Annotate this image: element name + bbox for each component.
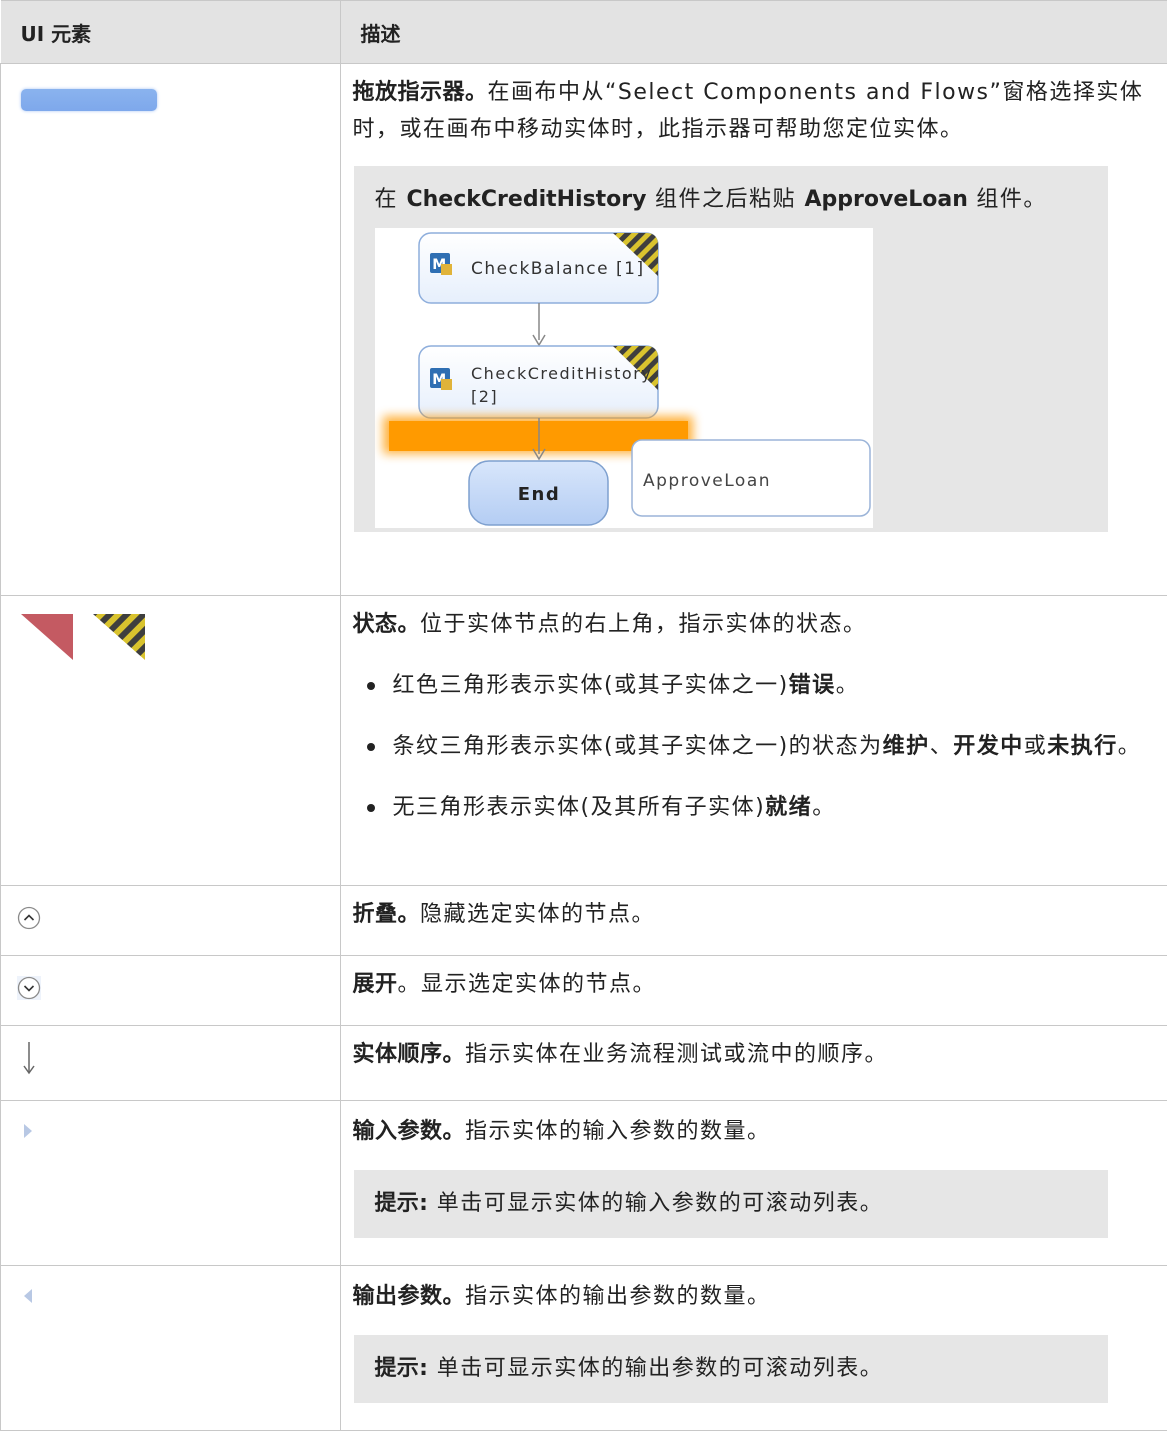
drop-indicator-desc: 拖放指示器。在画布中从“Select Components and Flows”… [339, 63, 1167, 596]
status-title: 状态。 [352, 612, 421, 637]
bullet3-pre: 无三角形表示实体(及其所有子实体) [392, 795, 766, 820]
row-expand: 展开。显示选定实体的节点。 [0, 955, 1167, 1026]
row-status: 状态。位于实体节点的右上角，指示实体的状态。 红色三角形表示实体(或其子实体之一… [0, 595, 1167, 886]
input-params-desc: 输入参数。指示实体的输入参数的数量。 提示: 单击可显示实体的输入参数的可滚动列… [339, 1100, 1167, 1266]
bullet1-pre: 红色三角形表示实体(或其子实体之一) [392, 673, 789, 698]
drop-indicator-paragraph: 拖放指示器。在画布中从“Select Components and Flows”… [353, 74, 1167, 148]
flow-diagram: M CheckBalance [1] M CheckCreditHistory … [374, 228, 873, 528]
output-tip-label: 提示: [374, 1356, 429, 1381]
bullet2-sep2: 或 [1023, 734, 1048, 759]
row-input-params: 输入参数。指示实体的输入参数的数量。 提示: 单击可显示实体的输入参数的可滚动列… [0, 1100, 1167, 1266]
input-params-cell [0, 1100, 341, 1266]
entity-order-text: 指示实体在业务流程测试或流中的顺序。 [465, 1042, 889, 1067]
collapse-cell [0, 885, 341, 956]
input-tip-text: 单击可显示实体的输入参数的可滚动列表。 [428, 1191, 884, 1216]
entity-order-desc: 实体顺序。指示实体在业务流程测试或流中的顺序。 [339, 1025, 1167, 1101]
row-entity-order: 实体顺序。指示实体在业务流程测试或流中的顺序。 [0, 1025, 1167, 1101]
status-bullet-striped: 条纹三角形表示实体(或其子实体之一)的状态为维护、开发中或未执行。 [357, 728, 1167, 765]
node-checkcredithistory-index: [2] [471, 387, 498, 406]
collapse-text: 隐藏选定实体的节点。 [420, 902, 656, 927]
bullet1-post: 。 [835, 673, 860, 698]
input-params-text: 指示实体的输入参数的数量。 [465, 1119, 771, 1144]
caption-component-1: CheckCreditHistory [406, 187, 647, 212]
row-output-params: 输出参数。指示实体的输出参数的数量。 提示: 单击可显示实体的输出参数的可滚动列… [0, 1265, 1167, 1431]
bullet2-bold1: 维护 [882, 734, 930, 759]
node-checkcredithistory: M CheckCreditHistory [2] [417, 345, 659, 419]
bullet2-bold2: 开发中 [953, 734, 1024, 759]
expand-icon [17, 976, 41, 1000]
bullet3-bold: 就绪 [765, 795, 813, 820]
output-params-desc: 输出参数。指示实体的输出参数的数量。 提示: 单击可显示实体的输出参数的可滚动列… [339, 1265, 1167, 1431]
input-triangle-icon [24, 1124, 32, 1138]
output-params-title: 输出参数。 [352, 1284, 466, 1309]
node-end-label: End [517, 484, 560, 505]
collapse-desc: 折叠。隐藏选定实体的节点。 [339, 885, 1167, 956]
entity-order-paragraph: 实体顺序。指示实体在业务流程测试或流中的顺序。 [353, 1036, 1167, 1073]
bullet3-post: 。 [812, 795, 836, 820]
input-params-tip: 提示: 单击可显示实体的输入参数的可滚动列表。 [353, 1170, 1108, 1238]
collapse-title: 折叠。 [352, 902, 421, 927]
output-params-cell [0, 1265, 341, 1431]
red-triangle-icon [21, 614, 73, 660]
example-caption: 在 CheckCreditHistory 组件之后粘贴 ApproveLoan … [375, 181, 1088, 218]
ui-elements-table: UI 元素 描述 拖放指示器。在画布中从“Select Components a… [0, 0, 1167, 1431]
status-text: 位于实体节点的右上角，指示实体的状态。 [420, 612, 867, 637]
bullet1-bold: 错误 [788, 673, 836, 698]
component-icon-2: M [429, 368, 452, 390]
bullet2-sep1: 、 [929, 734, 954, 759]
input-tip-label: 提示: [374, 1191, 429, 1216]
node-checkcredithistory-label: CheckCreditHistory [471, 364, 652, 383]
status-paragraph: 状态。位于实体节点的右上角，指示实体的状态。 [353, 606, 1167, 643]
collapse-paragraph: 折叠。隐藏选定实体的节点。 [353, 896, 1167, 933]
expand-title: 展开 [352, 972, 398, 997]
bullet2-pre: 条纹三角形表示实体(或其子实体之一)的状态为 [392, 734, 883, 759]
table-header-row: UI 元素 描述 [0, 0, 1167, 64]
down-arrow-icon [23, 1042, 35, 1075]
row-collapse: 折叠。隐藏选定实体的节点。 [0, 885, 1167, 956]
expand-cell [0, 955, 341, 1026]
striped-triangle-icon [93, 614, 145, 660]
expand-paragraph: 展开。显示选定实体的节点。 [353, 966, 1167, 1003]
input-params-title: 输入参数。 [352, 1119, 466, 1144]
caption-post: 组件。 [967, 187, 1047, 212]
node-end: End [467, 460, 609, 526]
flow-diagram-svg: M CheckBalance [1] M CheckCreditHistory … [382, 232, 871, 526]
header-description: 描述 [339, 0, 1167, 64]
header-ui-element: UI 元素 [0, 0, 341, 64]
drop-indicator-cell [0, 63, 341, 596]
caption-component-2: ApproveLoan [804, 187, 968, 212]
status-cell [0, 595, 341, 886]
expand-text: 。显示选定实体的节点。 [397, 972, 657, 997]
status-desc: 状态。位于实体节点的右上角，指示实体的状态。 红色三角形表示实体(或其子实体之一… [339, 595, 1167, 886]
entity-order-cell [0, 1025, 341, 1101]
node-approveloan-dragged: ApproveLoan [630, 439, 871, 517]
output-tip-text: 单击可显示实体的输出参数的可滚动列表。 [428, 1356, 884, 1381]
status-bullet-ready: 无三角形表示实体(及其所有子实体)就绪。 [357, 789, 1167, 826]
output-params-tip: 提示: 单击可显示实体的输出参数的可滚动列表。 [353, 1335, 1108, 1403]
output-params-paragraph: 输出参数。指示实体的输出参数的数量。 [353, 1278, 1167, 1315]
caption-mid: 组件之后粘贴 [646, 187, 805, 212]
output-params-text: 指示实体的输出参数的数量。 [465, 1284, 771, 1309]
output-triangle-icon [24, 1289, 32, 1303]
component-icon: M [429, 253, 452, 275]
row-drop-indicator: 拖放指示器。在画布中从“Select Components and Flows”… [0, 63, 1167, 596]
node-checkbalance-label: CheckBalance [1] [471, 259, 645, 279]
entity-order-title: 实体顺序。 [352, 1042, 466, 1067]
bullet2-post: 。 [1117, 734, 1142, 759]
node-approveloan-label: ApproveLoan [643, 471, 771, 491]
node-checkbalance: M CheckBalance [1] [417, 232, 659, 304]
drop-indicator-example: 在 CheckCreditHistory 组件之后粘贴 ApproveLoan … [353, 166, 1108, 532]
drop-indicator-bar-icon [21, 89, 157, 111]
input-params-paragraph: 输入参数。指示实体的输入参数的数量。 [353, 1113, 1167, 1150]
bullet2-bold3: 未执行 [1047, 734, 1118, 759]
status-bullet-error: 红色三角形表示实体(或其子实体之一)错误。 [357, 667, 1167, 704]
status-list: 红色三角形表示实体(或其子实体之一)错误。 条纹三角形表示实体(或其子实体之一)… [357, 667, 1167, 826]
status-triangles [21, 614, 145, 660]
drop-indicator-title: 拖放指示器。 [352, 80, 488, 105]
expand-desc: 展开。显示选定实体的节点。 [339, 955, 1167, 1026]
caption-pre: 在 [374, 187, 407, 212]
collapse-icon [17, 906, 41, 930]
